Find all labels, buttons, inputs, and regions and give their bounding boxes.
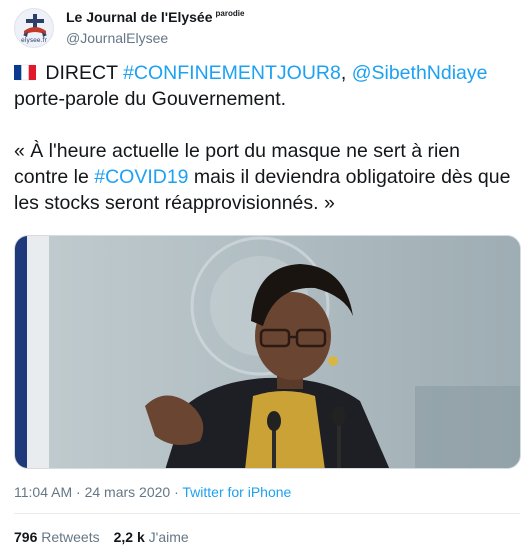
hashtag-confinement[interactable]: #CONFINEMENTJOUR8	[123, 62, 341, 84]
france-flag-icon	[14, 64, 36, 81]
display-name[interactable]: Le Journal de l'Elysée	[66, 9, 213, 25]
mention-sibeth[interactable]: @SibethNdiaye	[352, 62, 488, 84]
tweet-meta: 11:04 AM · 24 mars 2020 · Twitter for iP…	[14, 484, 291, 500]
likes-count: 2,2 k	[113, 529, 145, 545]
tweet-stats: 796 Retweets 2,2 k J'aime	[14, 529, 189, 545]
avatar[interactable]: elysee.fr	[14, 8, 54, 48]
likes-stat[interactable]: 2,2 k J'aime	[114, 529, 189, 545]
role-text: porte-parole du Gouvernement.	[14, 88, 287, 110]
meta-separator: ·	[72, 484, 85, 500]
tweet-source[interactable]: Twitter for iPhone	[182, 484, 291, 500]
user-handle[interactable]: @JournalElysee	[66, 30, 244, 46]
comma-text: ,	[340, 62, 352, 84]
tweet-text: DIRECT #CONFINEMENTJOUR8, @SibethNdiaye …	[14, 60, 519, 216]
likes-label: J'aime	[148, 529, 189, 545]
retweets-label: Retweets	[41, 529, 100, 545]
tweet-date[interactable]: 24 mars 2020	[85, 484, 171, 500]
meta-separator-2: ·	[170, 484, 183, 500]
tweet-photo[interactable]	[14, 235, 521, 469]
spokesperson-photo	[15, 236, 520, 468]
retweets-stat[interactable]: 796 Retweets	[14, 529, 100, 545]
hashtag-covid[interactable]: #COVID19	[94, 166, 188, 188]
direct-label: DIRECT	[40, 62, 124, 84]
avatar-caption: elysee.fr	[21, 37, 47, 44]
retweets-count: 796	[14, 529, 38, 545]
parody-badge: parodie	[215, 9, 245, 18]
tweet-header: elysee.fr Le Journal de l'Elysée parodie …	[14, 8, 514, 52]
tweet-time[interactable]: 11:04 AM	[14, 484, 72, 500]
divider	[14, 513, 520, 514]
